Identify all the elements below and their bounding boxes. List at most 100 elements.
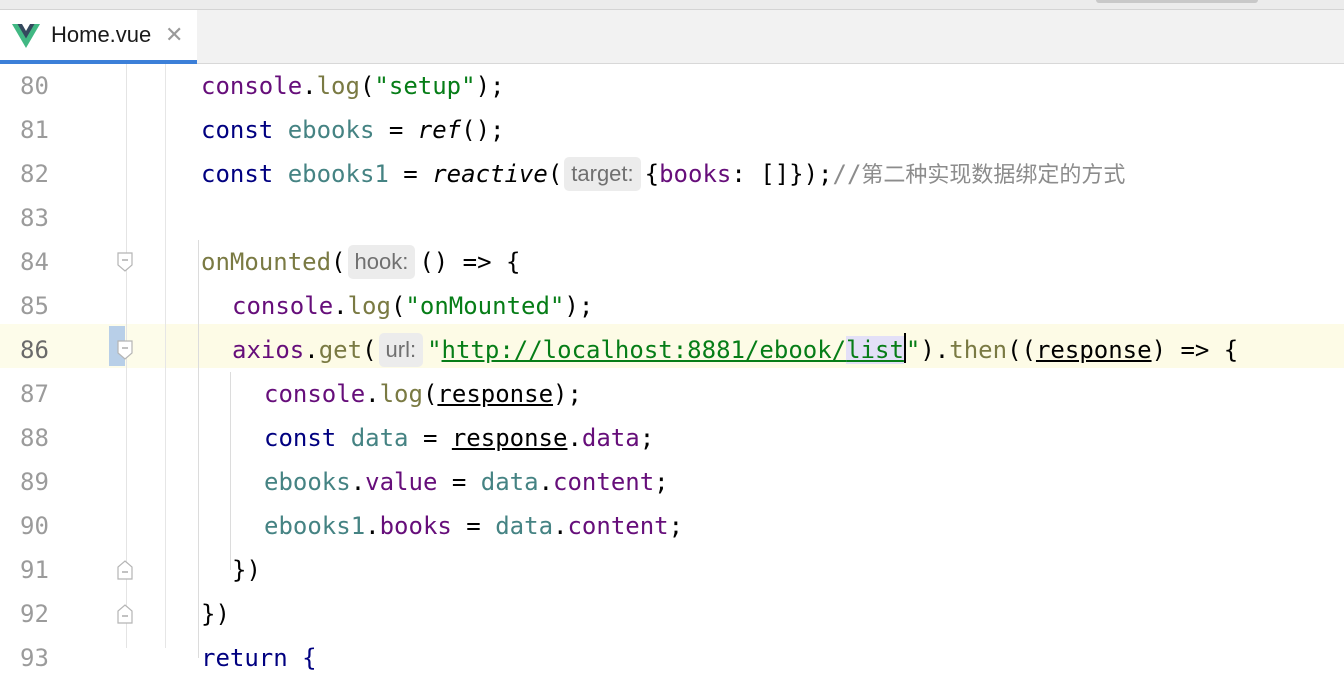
window-top-strip: [0, 0, 1344, 10]
code-token: ": [905, 336, 921, 364]
line-number[interactable]: 85: [20, 284, 80, 328]
code-token: ();: [461, 116, 505, 144]
code-token: =: [437, 468, 481, 496]
fold-open-icon[interactable]: [117, 340, 133, 360]
code-token: books: [659, 160, 732, 188]
code-token: =: [451, 512, 496, 540]
code-token: console: [264, 380, 366, 408]
code-token: .: [333, 292, 348, 320]
parameter-hint: target:: [564, 157, 641, 191]
fold-end-icon[interactable]: [117, 560, 133, 580]
tab-close-icon[interactable]: ✕: [165, 22, 183, 48]
code-token: (: [390, 292, 406, 320]
code-token: response: [437, 380, 554, 408]
fold-open-icon[interactable]: [117, 252, 133, 272]
code-token: data: [350, 424, 409, 452]
code-token: (: [362, 336, 377, 364]
code-token: );: [564, 292, 594, 320]
code-token: (: [547, 160, 563, 188]
code-line[interactable]: }): [232, 548, 261, 592]
line-number[interactable]: 83: [20, 196, 80, 240]
line-number[interactable]: 89: [20, 460, 80, 504]
code-token: (: [359, 72, 375, 100]
code-token: =: [388, 160, 433, 188]
code-token: "setup": [374, 72, 476, 100]
code-token: //: [832, 160, 862, 188]
line-number[interactable]: 87: [20, 372, 80, 416]
code-token: get: [318, 336, 363, 364]
code-line[interactable]: const data = response.data;: [264, 416, 654, 460]
code-line[interactable]: const ebooks = ref();: [201, 108, 504, 152]
code-token: "onMounted": [405, 292, 565, 320]
code-token: books: [379, 512, 452, 540]
code-token: (: [422, 380, 438, 408]
code-token: const: [201, 160, 288, 188]
tab-label: Home.vue: [51, 22, 152, 47]
code-token: content: [553, 468, 655, 496]
code-token: .: [538, 468, 554, 496]
code-token: =: [374, 116, 418, 144]
code-token: return {: [201, 644, 317, 672]
code-token: (: [331, 248, 346, 276]
code-token: );: [553, 380, 582, 408]
code-line[interactable]: const ebooks1 = reactive(target: {books: …: [201, 152, 1125, 198]
code-token: then: [949, 336, 1008, 364]
code-token: const: [201, 116, 288, 144]
code-token: =: [408, 424, 452, 452]
line-number[interactable]: 86: [20, 328, 80, 372]
parameter-hint: url:: [378, 333, 424, 367]
indent-guide: [198, 240, 199, 658]
line-number[interactable]: 84: [20, 240, 80, 284]
code-line[interactable]: return {: [201, 636, 317, 680]
code-token: 第二种实现数据绑定的方式: [861, 163, 1126, 188]
code-line[interactable]: axios.get(url: "http://localhost:8881/ebo…: [232, 328, 1238, 372]
code-line[interactable]: ebooks1.books = data.content;: [264, 504, 683, 548]
code-token: console: [232, 292, 334, 320]
parameter-hint: hook:: [347, 245, 416, 279]
line-number[interactable]: 93: [20, 636, 80, 680]
editor-tab-bar: Home.vue ✕: [0, 10, 1344, 64]
code-token: .: [365, 380, 380, 408]
code-token: {: [644, 160, 660, 188]
line-number[interactable]: 82: [20, 152, 80, 196]
tab-home-vue[interactable]: Home.vue ✕: [0, 10, 197, 64]
line-number[interactable]: 91: [20, 548, 80, 592]
line-number[interactable]: 88: [20, 416, 80, 460]
code-token: value: [365, 468, 438, 496]
code-token: ebooks1: [287, 160, 389, 188]
code-token: log: [316, 72, 360, 100]
code-token: response: [451, 424, 568, 452]
line-number[interactable]: 92: [20, 592, 80, 636]
code-token: list: [846, 336, 904, 364]
code-token: () => {: [419, 248, 521, 276]
code-line[interactable]: console.log("onMounted");: [232, 284, 593, 328]
code-token: ).: [920, 336, 950, 364]
code-line[interactable]: console.log(response);: [264, 372, 582, 416]
code-line[interactable]: ebooks.value = data.content;: [264, 460, 669, 504]
code-token: }): [201, 600, 230, 628]
code-token: log: [347, 292, 391, 320]
fold-end-icon[interactable]: [117, 604, 133, 624]
code-line[interactable]: onMounted(hook:() => {: [201, 240, 520, 284]
code-token: ;: [639, 424, 655, 452]
line-number[interactable]: 80: [20, 64, 80, 108]
code-line[interactable]: }): [201, 592, 230, 636]
code-token: ;: [668, 512, 684, 540]
code-token: ": [427, 336, 442, 364]
code-area[interactable]: console.log("setup"); const ebooks = ref(…: [166, 64, 1344, 672]
code-token: ) => {: [1151, 336, 1239, 364]
code-token: ((: [1007, 336, 1036, 364]
code-line[interactable]: console.log("setup");: [201, 64, 504, 108]
line-number[interactable]: 90: [20, 504, 80, 548]
line-number[interactable]: 81: [20, 108, 80, 152]
code-token: .: [365, 512, 380, 540]
code-token: ebooks: [287, 116, 375, 144]
top-scroll-thumb[interactable]: [1096, 0, 1258, 3]
code-token: ebooks: [264, 468, 351, 496]
code-token: onMounted: [201, 248, 332, 276]
code-token: );: [475, 72, 505, 100]
code-token: data: [495, 512, 554, 540]
code-token: ;: [654, 468, 669, 496]
code-editor[interactable]: 80 81 82 83 84 85 86 87 88 89 90 91 92 93 console.log…: [0, 64, 1344, 672]
code-token: data: [480, 468, 539, 496]
